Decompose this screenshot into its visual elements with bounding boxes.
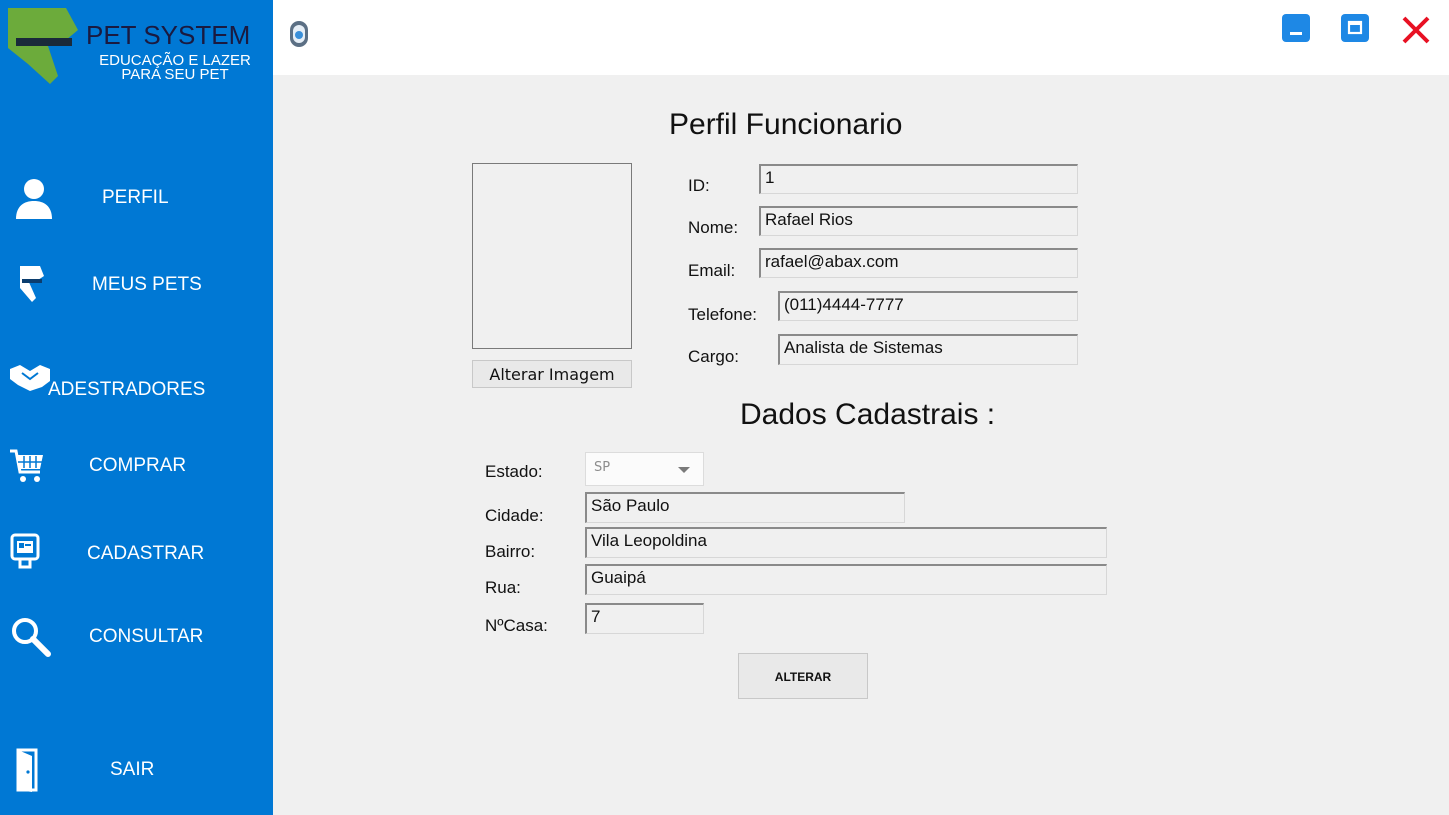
rua-field[interactable]: Guaipá: [585, 564, 1107, 595]
search-icon: [12, 618, 51, 657]
page-title: Perfil Funcionario: [669, 108, 903, 141]
sidebar-item-perfil[interactable]: PERFIL: [0, 168, 273, 228]
brand-title: PET SYSTEM: [86, 20, 251, 50]
alterar-button[interactable]: ALTERAR: [738, 653, 868, 699]
door-icon: [16, 748, 38, 792]
sidebar-item-label: MEUS PETS: [92, 274, 202, 295]
sidebar-item-meus-pets[interactable]: MEUS PETS: [0, 256, 273, 316]
handshake-icon: [10, 365, 50, 391]
close-button[interactable]: [1399, 13, 1433, 47]
sidebar-item-adestradores[interactable]: ADESTRADORES: [0, 355, 273, 415]
sidebar-item-label: SAIR: [110, 759, 155, 780]
logo: [6, 4, 78, 84]
cargo-label: Cargo:: [688, 347, 740, 366]
estado-value: SP: [594, 460, 611, 475]
email-label: Email:: [688, 261, 736, 280]
sidebar-item-comprar[interactable]: COMPRAR: [0, 440, 273, 500]
sidebar-item-consultar[interactable]: CONSULTAR: [0, 610, 273, 670]
numero-label: NºCasa:: [485, 616, 548, 635]
bairro-label: Bairro:: [485, 542, 536, 561]
sidebar-item-label: PERFIL: [102, 187, 169, 208]
cargo-field[interactable]: Analista de Sistemas: [778, 334, 1078, 365]
change-image-button[interactable]: Alterar Imagem: [472, 360, 632, 388]
rua-label: Rua:: [485, 578, 521, 597]
sidebar-item-label: CONSULTAR: [89, 626, 204, 647]
sidebar-item-sair[interactable]: SAIR: [0, 742, 273, 802]
nome-field[interactable]: Rafael Rios: [759, 206, 1078, 236]
register-icon: [10, 533, 40, 569]
estado-select[interactable]: SP: [585, 452, 704, 486]
maximize-button[interactable]: [1341, 14, 1369, 42]
chevron-down-icon: [678, 467, 690, 473]
app-icon: [289, 20, 309, 48]
brand-tagline-2: PARA SEU PET: [121, 66, 229, 83]
sidebar-item-label: COMPRAR: [89, 455, 187, 476]
cart-icon: [10, 449, 43, 482]
bairro-field[interactable]: Vila Leopoldina: [585, 527, 1107, 558]
minimize-button[interactable]: [1282, 14, 1310, 42]
id-label: ID:: [688, 176, 710, 195]
sidebar: PET SYSTEM EDUCAÇÃO E LAZER PARA SEU PET…: [0, 0, 273, 815]
telefone-label: Telefone:: [688, 305, 757, 324]
close-icon: [1402, 16, 1430, 44]
sidebar-item-label: CADASTRAR: [87, 543, 205, 564]
profile-image: [472, 163, 632, 349]
section-title: Dados Cadastrais :: [740, 398, 996, 431]
pet-icon: [20, 266, 44, 302]
email-field[interactable]: rafael@abax.com: [759, 248, 1078, 278]
minimize-icon: [1290, 32, 1302, 35]
user-icon: [16, 179, 52, 219]
numero-field[interactable]: 7: [585, 603, 704, 634]
telefone-field[interactable]: (011)4444-7777: [778, 291, 1078, 321]
cidade-label: Cidade:: [485, 506, 544, 525]
sidebar-item-label: ADESTRADORES: [48, 379, 206, 400]
sidebar-item-cadastrar[interactable]: CADASTRAR: [0, 527, 273, 587]
id-field[interactable]: 1: [759, 164, 1078, 194]
cidade-field[interactable]: São Paulo: [585, 492, 905, 523]
estado-label: Estado:: [485, 462, 543, 481]
maximize-icon: [1347, 20, 1363, 35]
nome-label: Nome:: [688, 218, 739, 237]
